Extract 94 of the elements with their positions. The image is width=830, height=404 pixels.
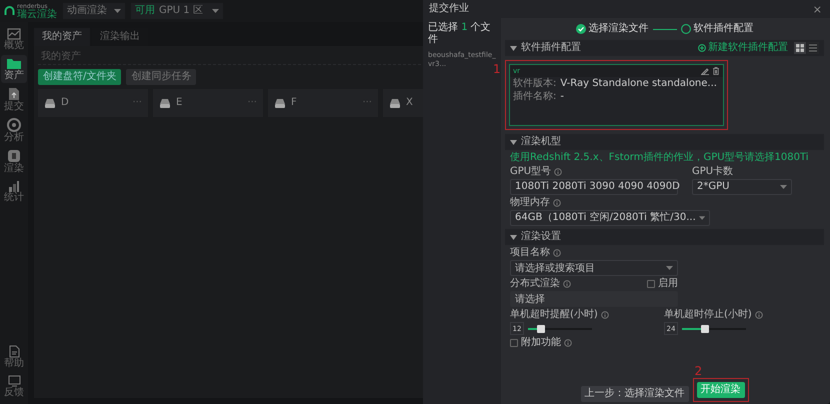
checkbox[interactable] [647,280,655,288]
slider-handle[interactable] [536,324,545,332]
drive-card[interactable]: F ··· [268,89,378,117]
zone-name: GPU 1 区 [159,5,204,17]
field-label: 项目名称 [510,247,550,259]
checkbox-label: 附加功能 [521,337,561,349]
action-button[interactable]: 创建盘符/文件夹 [38,69,122,85]
sidebar-item[interactable]: 统计 [1,178,27,205]
dialog-title: 提交作业 [429,3,469,15]
start-render-button[interactable]: 开始渲染 [696,382,744,398]
slider-handle[interactable] [701,324,710,332]
field-label: 物理内存 [510,197,550,209]
field-value: - [560,91,564,103]
delete-icon [712,67,720,75]
section-header[interactable]: 渲染机型 [505,134,824,150]
caret-icon [666,266,673,271]
list-view-icon [809,44,817,52]
tab[interactable]: 我的资产 [34,28,90,46]
field-label: 分布式渲染 [510,278,560,290]
film-icon [7,149,21,163]
select-field[interactable]: 请选择或搜索项目 [510,260,678,276]
view-toggle-button[interactable] [807,42,819,54]
input-field[interactable]: 请选择 [510,291,678,307]
select-field[interactable]: 1080Ti 2080Ti 3090 4090 4090D [510,179,678,195]
sidebar-item[interactable]: 资产 [1,55,27,83]
callout-number: 2 [694,365,702,377]
sidebar-item[interactable]: 分析 [1,116,27,145]
drive-icon [44,98,56,108]
field-label: 插件名称: [513,91,556,103]
logo-icon [4,6,15,16]
edit-icon [701,67,709,75]
drive-icon [274,98,286,108]
sidebar-item[interactable]: 反馈 [1,373,27,400]
monitor-icon [8,375,20,387]
section-title: 软件插件配置 [521,42,581,54]
selected-count: 已选择 1 个文件 [428,22,492,46]
checkbox-label: 启用 [658,278,678,290]
select-field[interactable]: 2*GPU [692,179,792,195]
chart-icon [7,28,21,40]
field-value: V-Ray Standalone standalone... [560,78,717,90]
upload-icon [8,87,20,101]
action-button[interactable]: 创建同步任务 [126,69,196,85]
drive-card[interactable]: E ··· [153,89,263,117]
grid-view-icon [796,44,804,52]
sidebar-item[interactable]: 帮助 [1,343,27,371]
drive-name: E [176,97,184,109]
collapse-arrow-icon [510,138,517,146]
zone-dropdown[interactable]: 可用 GPU 1 区 [131,3,223,19]
info-icon [754,311,763,319]
bar-chart-icon [8,180,20,192]
drive-card[interactable]: D ··· [38,89,148,117]
drive-icon [159,98,171,108]
render-type-dropdown[interactable]: 动画渲染 [63,3,125,19]
disc-icon [7,118,21,132]
section-header[interactable]: 软件插件配置 新建软件插件配置 [505,40,824,56]
drive-icon [389,98,401,108]
info-icon [564,339,572,347]
drive-name: X [406,97,414,109]
select-field[interactable]: 64GB（1080Ti 空闲/2080Ti 繁忙/30... [510,210,710,226]
zone-status-label: 可用 [135,5,155,17]
close-button[interactable]: × [810,2,824,16]
caret-icon [114,8,121,14]
caret-icon [780,184,787,190]
field-label: GPU型号 [510,166,552,178]
section-title: 渲染设置 [521,231,561,243]
breadcrumb[interactable]: 我的资产 [41,51,81,62]
new-config-link[interactable]: 新建软件插件配置 [698,42,788,54]
step-label: 选择渲染文件 [588,23,648,35]
sidebar-item[interactable]: 提交 [1,85,27,114]
notice-text: 使用Redshift 2.5.x、Fstorm插件的作业，GPU型号请选择1080Ti [510,152,810,164]
callout-number: 1 [493,63,501,75]
document-icon [8,345,20,358]
logo-name: 瑞云渲染 [17,10,57,18]
drive-name: D [61,97,70,109]
drive-name: F [291,97,298,109]
folder-icon [6,57,22,70]
field-label: 单机超时停止(小时) [664,309,752,321]
plus-circle-icon [698,44,706,52]
previous-step-button[interactable]: 上一步：选择渲染文件 [580,386,688,402]
caret-icon [698,216,705,220]
collapse-arrow-icon [510,234,517,240]
field-label: GPU卡数 [692,166,734,178]
sidebar-item[interactable]: 概览 [1,26,27,53]
collapse-arrow-icon [510,44,517,52]
info-icon [600,311,609,319]
field-label: 软件版本: [513,78,556,90]
view-toggle-button[interactable] [794,42,806,54]
section-header[interactable]: 渲染设置 [505,229,824,245]
section-title: 渲染机型 [521,136,561,148]
checkbox[interactable] [510,339,518,347]
caret-icon [212,8,219,14]
step-label: 软件插件配置 [694,23,754,35]
field-label: 单机超时提醒(小时) [510,309,598,321]
sidebar-item[interactable]: 渲染 [1,147,27,176]
